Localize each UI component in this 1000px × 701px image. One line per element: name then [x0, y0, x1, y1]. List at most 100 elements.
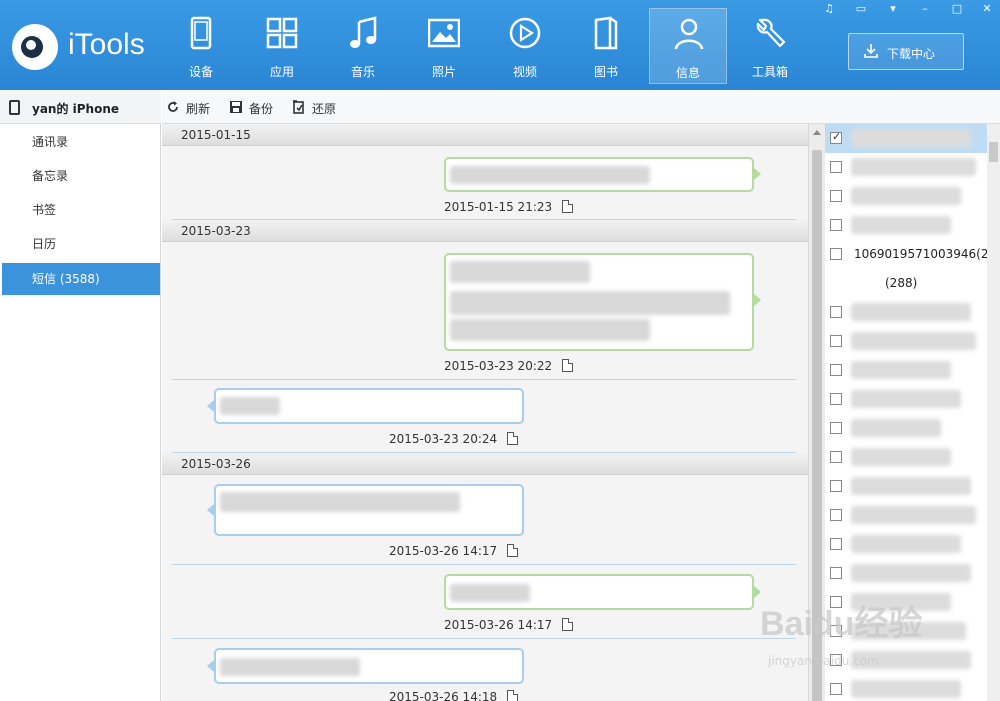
nav-photos[interactable]: 照片 — [405, 8, 483, 84]
checkbox[interactable] — [830, 567, 842, 579]
message-detail-icon[interactable] — [507, 690, 518, 701]
sidebar-item-calendar[interactable]: 日历 — [0, 228, 160, 260]
wrench-icon — [756, 18, 786, 48]
date-separator: 2015-03-23 — [162, 220, 808, 242]
baidu-watermark: Baidu经验 jingyan.baidu.com — [760, 596, 960, 686]
divider — [172, 379, 796, 380]
message-detail-icon[interactable] — [562, 200, 573, 213]
nav-messages[interactable]: 信息 — [649, 8, 727, 84]
checkbox[interactable] — [830, 219, 842, 231]
checkbox[interactable] — [830, 480, 842, 492]
checkbox[interactable] — [830, 190, 842, 202]
scroll-up-arrow-icon[interactable] — [813, 130, 821, 135]
list-item[interactable] — [825, 182, 987, 211]
message-bubble-incoming[interactable] — [214, 648, 524, 684]
restore-icon — [293, 100, 304, 114]
redacted-text — [851, 187, 961, 205]
redacted-text — [851, 477, 971, 495]
list-item[interactable] — [825, 298, 987, 327]
list-item[interactable] — [825, 443, 987, 472]
message-timestamp: 2015-03-23 20:22 — [444, 359, 553, 373]
device-header[interactable]: yan的 iPhone — [0, 90, 161, 124]
photo-icon — [428, 18, 460, 48]
message-bubble-incoming[interactable] — [214, 388, 524, 424]
message-bubble-incoming[interactable] — [214, 484, 524, 536]
list-item[interactable] — [825, 559, 987, 588]
book-icon — [594, 16, 618, 50]
list-item[interactable] — [825, 153, 987, 182]
message-detail-icon[interactable] — [507, 544, 518, 557]
nav-apps[interactable]: 应用 — [243, 8, 321, 84]
divider — [172, 564, 796, 565]
list-item[interactable] — [825, 327, 987, 356]
bubble-tail — [754, 294, 761, 306]
close-button[interactable]: ✕ — [979, 2, 995, 16]
apps-grid-icon — [266, 17, 298, 49]
maximize-button[interactable]: □ — [949, 2, 965, 16]
itools-logo: iTools — [12, 18, 162, 74]
device-icon — [190, 16, 212, 50]
backup-button[interactable]: 备份 — [229, 99, 279, 117]
redacted-text — [220, 397, 280, 415]
list-item[interactable] — [825, 530, 987, 559]
checkbox[interactable] — [830, 538, 842, 550]
message-timestamp: 2015-03-23 20:24 — [389, 432, 498, 446]
sidebar-item-contacts[interactable]: 通讯录 — [0, 126, 160, 158]
message-bubble-outgoing[interactable] — [444, 157, 754, 192]
message-thread: 2015-01-15 2015-01-15 21:23 2015-03-23 2… — [162, 124, 808, 701]
person-icon — [674, 18, 704, 50]
list-item[interactable] — [825, 414, 987, 443]
checkbox[interactable] — [830, 451, 842, 463]
message-detail-icon[interactable] — [507, 432, 518, 445]
list-item[interactable] — [825, 356, 987, 385]
nav-music[interactable]: 音乐 — [324, 8, 402, 84]
list-item[interactable]: 1069019571003946(2) — [825, 240, 993, 269]
refresh-button[interactable]: 刷新 — [166, 99, 216, 117]
feedback-icon[interactable]: ▭ — [853, 2, 869, 16]
download-icon — [864, 44, 878, 58]
redacted-text — [851, 361, 951, 379]
checkbox[interactable] — [830, 130, 842, 144]
redacted-text — [851, 419, 941, 437]
redacted-text — [851, 332, 976, 350]
checkbox[interactable] — [830, 306, 842, 318]
list-item[interactable] — [825, 124, 987, 153]
checkbox[interactable] — [830, 393, 842, 405]
checkbox[interactable] — [830, 161, 842, 173]
message-detail-icon[interactable] — [562, 359, 573, 372]
conversation-list-scrollbar[interactable] — [987, 124, 1000, 701]
skin-music-icon[interactable]: ♫ — [821, 2, 837, 16]
checkbox[interactable] — [830, 509, 842, 521]
scrollbar-thumb[interactable] — [989, 142, 998, 162]
music-note-icon — [350, 16, 377, 48]
checkbox[interactable] — [830, 422, 842, 434]
save-disk-icon — [230, 101, 242, 113]
nav-toolbox[interactable]: 工具箱 — [731, 8, 809, 84]
checkbox[interactable] — [830, 364, 842, 376]
message-bubble-outgoing[interactable] — [444, 574, 754, 610]
top-header: iTools 设备 应用 音乐 照片 视频 图书 信息 工具箱 ♫ ▭ ▾ – … — [0, 0, 1000, 90]
menu-dropdown-icon[interactable]: ▾ — [885, 2, 901, 16]
nav-video[interactable]: 视频 — [486, 8, 564, 84]
list-item[interactable] — [825, 211, 987, 240]
list-item[interactable]: (288) — [825, 269, 987, 298]
checkbox[interactable] — [830, 335, 842, 347]
message-timestamp: 2015-01-15 21:23 — [444, 200, 553, 214]
list-item[interactable] — [825, 385, 987, 414]
list-item[interactable] — [825, 472, 987, 501]
checkbox[interactable] — [830, 248, 842, 260]
redacted-text — [450, 319, 650, 341]
message-bubble-outgoing[interactable] — [444, 253, 754, 351]
sidebar-item-notes[interactable]: 备忘录 — [0, 160, 160, 192]
bubble-tail — [207, 400, 214, 412]
sidebar-item-bookmarks[interactable]: 书签 — [0, 194, 160, 226]
nav-device[interactable]: 设备 — [162, 8, 240, 84]
minimize-button[interactable]: – — [917, 2, 933, 16]
download-center-button[interactable]: 下载中心 — [848, 33, 964, 70]
message-detail-icon[interactable] — [562, 618, 573, 631]
sidebar-item-sms[interactable]: 短信 (3588) — [2, 263, 160, 295]
redacted-text — [851, 303, 971, 321]
nav-books[interactable]: 图书 — [567, 8, 645, 84]
list-item[interactable] — [825, 501, 987, 530]
restore-button[interactable]: 还原 — [292, 99, 342, 117]
